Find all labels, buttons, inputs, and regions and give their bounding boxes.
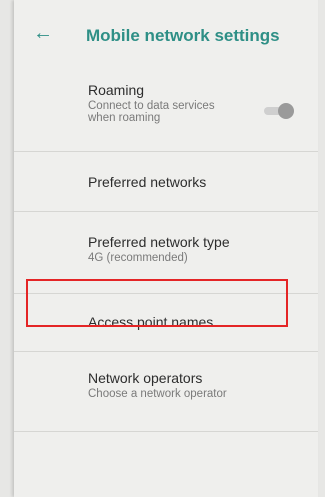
page-title: Mobile network settings (86, 26, 280, 45)
setting-title: Preferred network type (88, 234, 230, 250)
setting-preferred-networks[interactable]: Preferred networks (14, 152, 318, 212)
arrow-back-icon: ← (33, 21, 53, 44)
app-bar: ← Mobile network settings (14, 0, 318, 68)
setting-subtitle: Choose a network operator (88, 388, 227, 400)
settings-list: Roaming Connect to data services when ro… (14, 68, 318, 432)
setting-network-operators[interactable]: Network operators Choose a network opera… (14, 352, 318, 432)
back-button[interactable]: ← (32, 22, 54, 44)
setting-subtitle: 4G (recommended) (88, 252, 188, 264)
toggle-thumb (278, 103, 294, 119)
setting-title: Network operators (88, 370, 203, 386)
setting-title: Preferred networks (88, 174, 207, 190)
setting-title: Roaming (88, 82, 145, 98)
highlight-box (26, 279, 288, 327)
setting-roaming[interactable]: Roaming Connect to data services when ro… (14, 68, 318, 152)
roaming-toggle[interactable] (264, 103, 296, 119)
screen: ← Mobile network settings Roaming Connec… (14, 0, 318, 497)
